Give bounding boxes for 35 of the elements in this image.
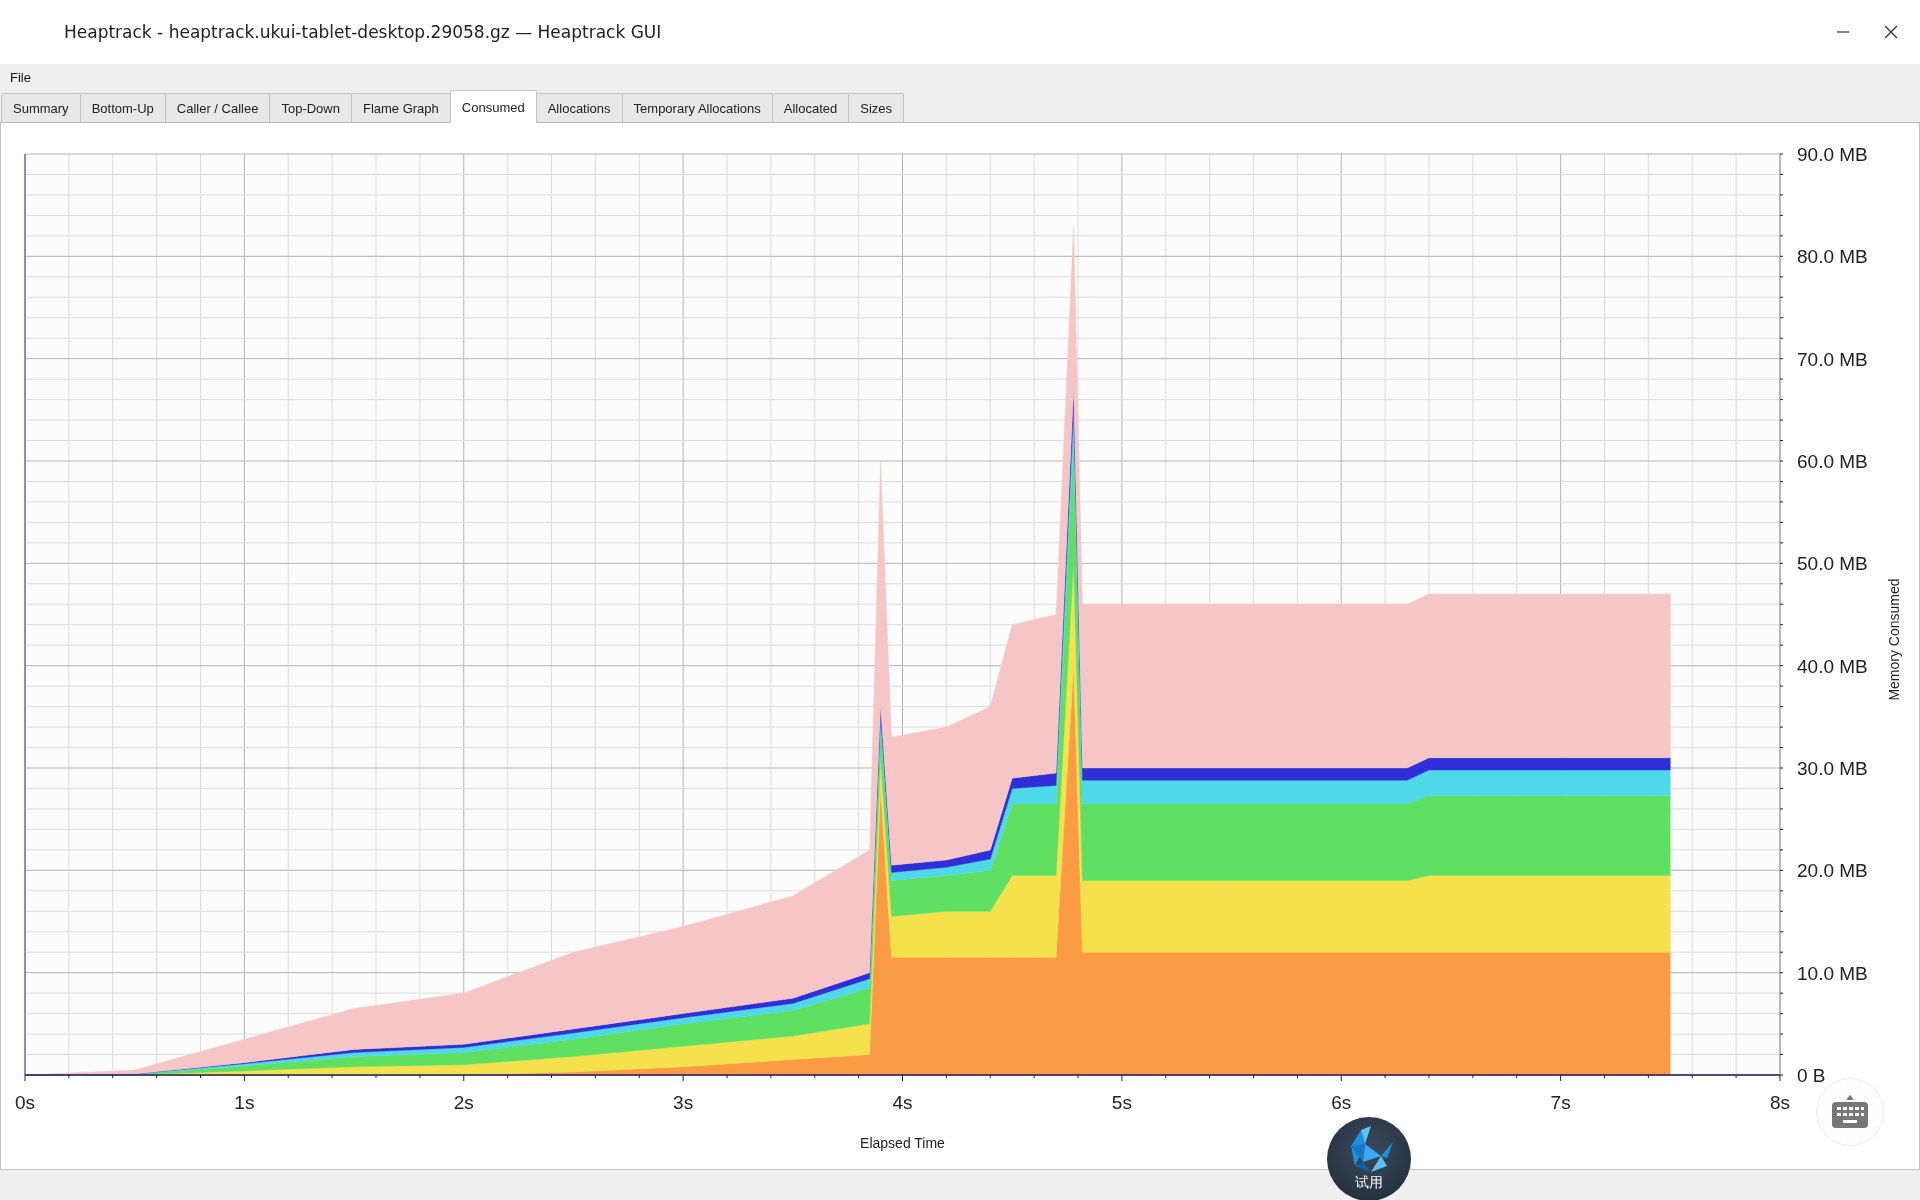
tab[interactable]: Bottom-Up — [79, 93, 166, 122]
y-tick-label: 60.0 MB — [1797, 451, 1868, 472]
x-axis-title: Elapsed Time — [860, 1135, 945, 1151]
y-tick-label: 0 B — [1797, 1065, 1826, 1086]
trial-button[interactable]: 试用 — [1327, 1117, 1411, 1200]
x-tick-label: 0s — [14, 1092, 36, 1113]
tab[interactable]: Flame Graph — [350, 93, 451, 122]
tab[interactable]: Consumed — [449, 90, 537, 123]
tab[interactable]: Sizes — [848, 93, 905, 122]
tab[interactable]: Top-Down — [269, 93, 352, 122]
y-tick-label: 30.0 MB — [1797, 758, 1868, 779]
tab[interactable]: Temporary Allocations — [621, 93, 773, 122]
y-axis-title: Memory Consumed — [1886, 578, 1902, 701]
window-title: Heaptrack - heaptrack.ukui-tablet-desktop.29058.gz — Heaptrack GUI — [64, 22, 662, 42]
y-tick-label: 20.0 MB — [1797, 860, 1868, 882]
y-tick-label: 10.0 MB — [1797, 962, 1868, 984]
x-tick-label: 2s — [453, 1092, 474, 1113]
x-tick-label: 8s — [1769, 1092, 1791, 1113]
y-tick-label: 90.0 MB — [1797, 144, 1868, 165]
tab[interactable]: Allocated — [771, 93, 850, 122]
tab[interactable]: Summary — [1, 93, 81, 122]
close-icon — [1884, 25, 1898, 39]
x-tick-label: 5s — [1111, 1092, 1132, 1113]
tab[interactable]: Caller / Callee — [164, 93, 271, 122]
y-tick-label: 80.0 MB — [1797, 246, 1868, 268]
x-tick-label: 7s — [1550, 1092, 1571, 1113]
x-tick-label: 1s — [234, 1092, 255, 1113]
y-tick-label: 70.0 MB — [1797, 348, 1868, 370]
y-tick-label: 40.0 MB — [1797, 655, 1868, 677]
menu-item[interactable]: File — [10, 69, 31, 85]
x-tick-label: 6s — [1331, 1092, 1352, 1113]
x-tick-label: 4s — [892, 1092, 913, 1113]
y-tick-label: 50.0 MB — [1797, 553, 1868, 575]
tab[interactable]: Allocations — [535, 93, 623, 122]
x-tick-label: 3s — [673, 1092, 694, 1113]
